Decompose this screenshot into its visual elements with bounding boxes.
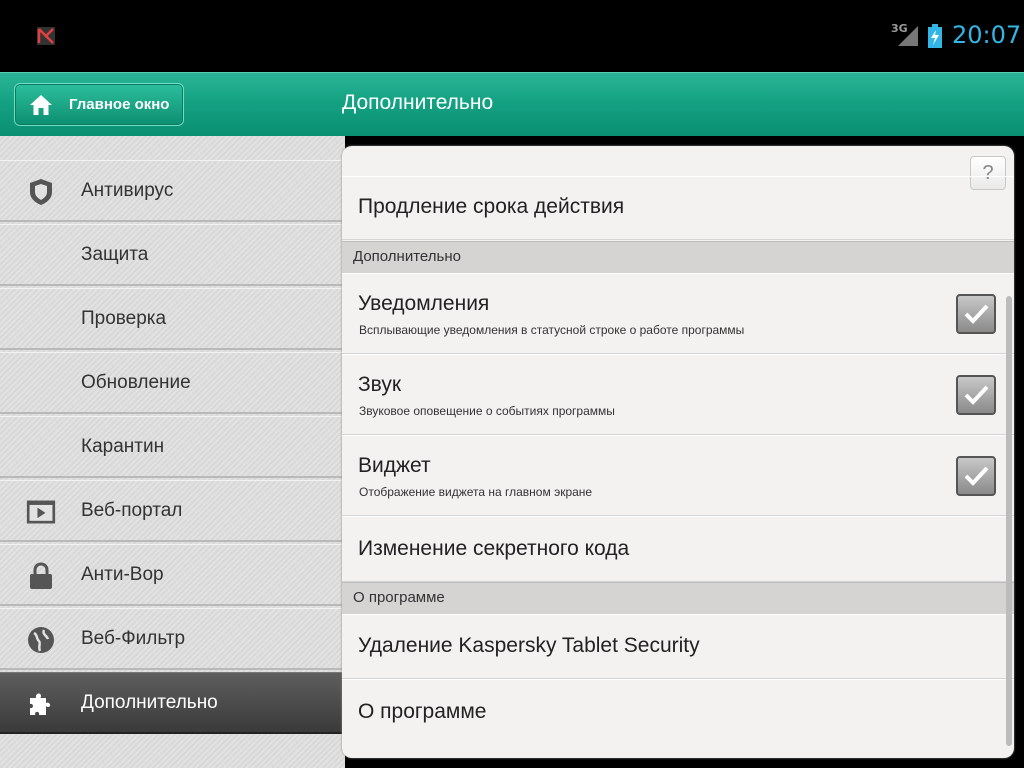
clock: 20:07 — [952, 21, 1022, 49]
sidebar-item-label: Защита — [81, 243, 149, 265]
sound-title: Звук — [358, 373, 402, 396]
sidebar-item-protection[interactable]: Защита — [0, 224, 342, 286]
sidebar-item-label: Веб-портал — [81, 499, 183, 521]
sidebar-item-label: Антивирус — [81, 179, 174, 201]
battery-icon — [928, 24, 942, 48]
status-bar: 3G 20:07 — [0, 0, 1024, 72]
uninstall-row[interactable]: Удаление Kaspersky Tablet Security — [342, 614, 1014, 679]
checkmark-icon — [964, 304, 989, 324]
checkmark-icon — [964, 466, 989, 486]
sidebar-item-label: Карантин — [81, 435, 165, 457]
checkmark-icon — [964, 385, 989, 405]
signal-icon — [898, 26, 918, 46]
sidebar-item-label: Дополнительно — [81, 691, 218, 713]
notifications-subtitle: Всплывающие уведомления в статусной стро… — [359, 323, 745, 337]
home-button[interactable]: Главное окно — [14, 83, 184, 126]
sidebar-item-label: Обновление — [81, 371, 191, 393]
widget-row[interactable]: Виджет Отображение виджета на главном эк… — [342, 435, 1014, 516]
extend-license-title: Продление срока действия — [358, 195, 625, 218]
sound-checkbox[interactable] — [956, 375, 996, 415]
sidebar-item-label: Веб-Фильтр — [81, 627, 186, 649]
shield-icon — [30, 179, 52, 205]
sidebar-item-label: Анти-Вор — [81, 563, 164, 585]
puzzle-icon — [30, 693, 51, 715]
section-header-label: Дополнительно — [353, 248, 461, 265]
sidebar-item-update[interactable]: Обновление — [0, 352, 342, 414]
sidebar: Антивирус Защита Проверка Обновление Кар… — [0, 136, 345, 768]
home-button-label: Главное окно — [69, 96, 170, 113]
sidebar-item-anti-theft[interactable]: Анти-Вор — [0, 544, 342, 606]
sound-subtitle: Звуковое оповещение о событиях программы — [359, 404, 615, 418]
about-title: О программе — [358, 700, 487, 723]
about-row[interactable]: О программе — [342, 679, 1014, 758]
home-icon — [30, 94, 52, 115]
scrollbar[interactable] — [1006, 296, 1012, 746]
sidebar-item-scan[interactable]: Проверка — [0, 288, 342, 350]
settings-panel: ? Продление срока действия Дополнительно… — [342, 146, 1014, 758]
sidebar-item-label: Проверка — [81, 307, 167, 329]
extend-license-row[interactable]: Продление срока действия — [342, 176, 1014, 240]
lock-icon — [30, 562, 52, 589]
sidebar-item-quarantine[interactable]: Карантин — [0, 416, 342, 478]
sidebar-item-additional[interactable]: Дополнительно — [0, 672, 342, 734]
notifications-row[interactable]: Уведомления Всплывающие уведомления в ст… — [342, 273, 1014, 354]
page-title: Дополнительно — [342, 91, 494, 114]
widget-title: Виджет — [358, 454, 431, 477]
section-header-about: О программе — [342, 582, 1014, 614]
globe-icon — [28, 627, 54, 653]
widget-checkbox[interactable] — [956, 456, 996, 496]
section-header-additional: Дополнительно — [342, 241, 1014, 273]
notifications-title: Уведомления — [358, 292, 490, 315]
sidebar-item-web-portal[interactable]: Веб-портал — [0, 480, 342, 542]
widget-subtitle: Отображение виджета на главном экране — [359, 485, 593, 499]
sidebar-item-antivirus[interactable]: Антивирус — [0, 160, 342, 222]
section-header-label: О программе — [353, 589, 445, 606]
web-portal-icon — [26, 500, 56, 524]
change-code-row[interactable]: Изменение секретного кода — [342, 516, 1014, 582]
uninstall-title: Удаление Kaspersky Tablet Security — [358, 634, 700, 657]
app-header: Главное окно Дополнительно — [0, 72, 1024, 136]
sidebar-item-web-filter[interactable]: Веб-Фильтр — [0, 608, 342, 670]
notifications-checkbox[interactable] — [956, 294, 996, 334]
change-code-title: Изменение секретного кода — [358, 537, 630, 560]
kaspersky-app-icon — [37, 27, 55, 45]
sound-row[interactable]: Звук Звуковое оповещение о событиях прог… — [342, 354, 1014, 435]
